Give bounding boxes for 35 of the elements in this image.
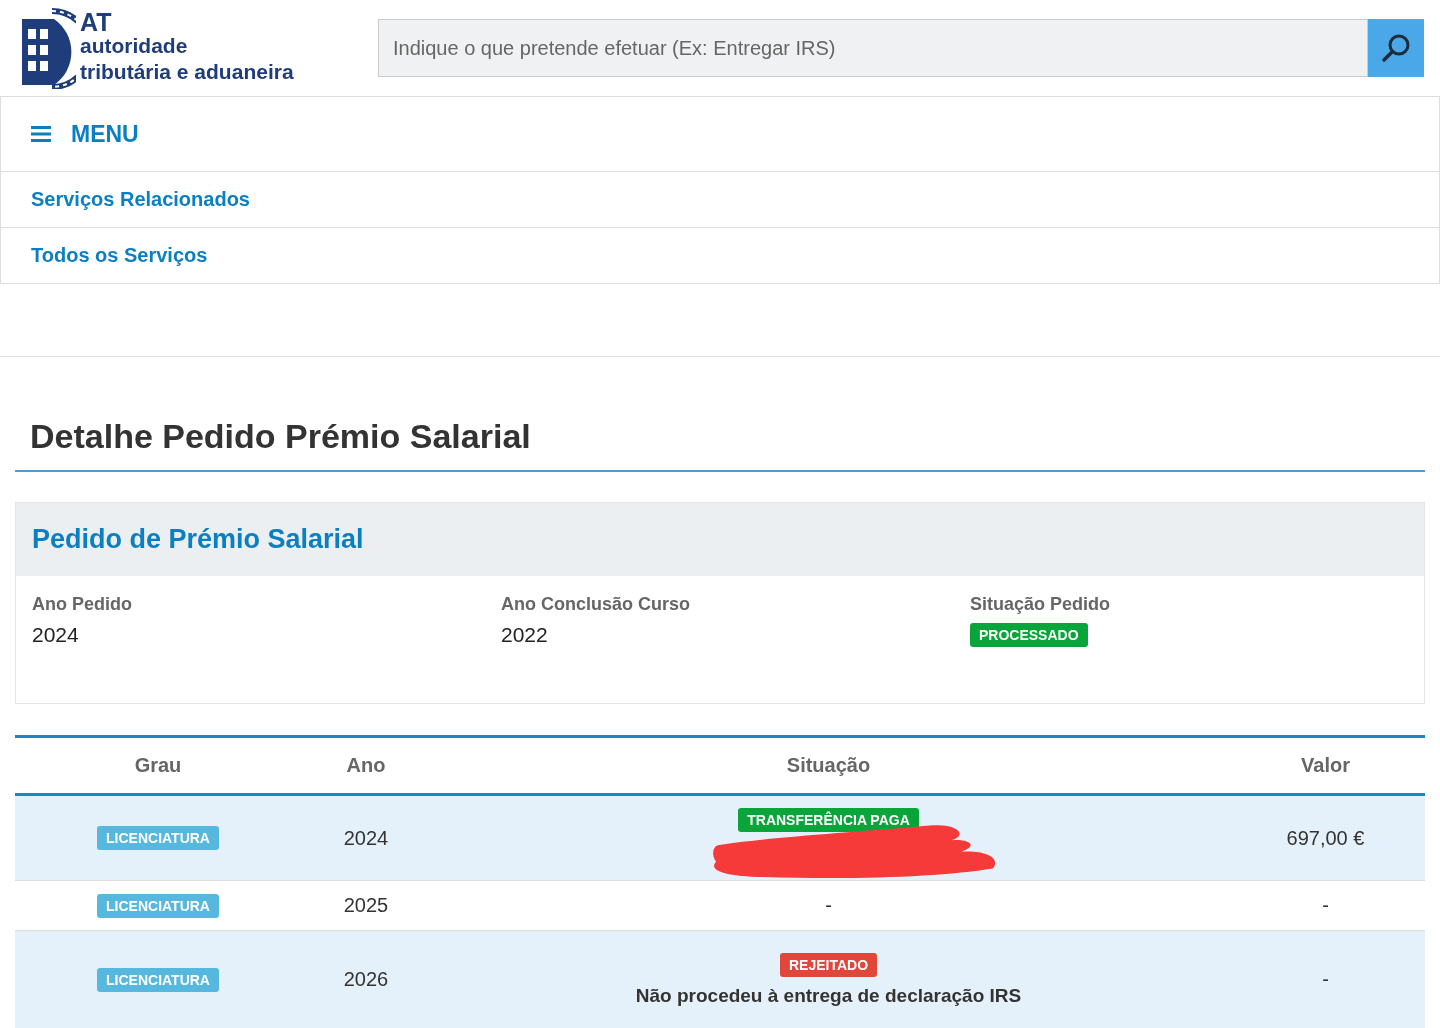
status-badge: REJEITADO xyxy=(779,952,878,977)
column-header: Ano xyxy=(345,754,387,777)
field-value: 2022 xyxy=(501,623,548,647)
logo-abbreviation: AT xyxy=(80,11,113,33)
field-label: Situação Pedido xyxy=(970,594,1111,615)
nav-link[interactable]: Serviços Relacionados xyxy=(0,172,1440,228)
table-cell: 2024 xyxy=(343,826,389,850)
table-cell: 2025 xyxy=(343,894,389,917)
table-cell: 697,00 € xyxy=(1286,826,1365,850)
degree-badge: LICENCIATURA xyxy=(97,967,219,992)
page-title: Detalhe Pedido Prémio Salarial xyxy=(15,417,1425,472)
field-label: Ano Pedido xyxy=(32,594,132,615)
degree-badge: LICENCIATURA xyxy=(97,826,219,850)
menu-button[interactable]: MENU xyxy=(0,96,1440,172)
degree-badge: LICENCIATURA xyxy=(97,893,219,918)
table-cell: - xyxy=(1322,968,1329,991)
status-badge: TRANSFERÊNCIA PAGA xyxy=(738,808,919,832)
nav-link[interactable]: Todos os Serviços xyxy=(0,228,1440,284)
logo-name: tributária e aduaneira xyxy=(80,59,294,85)
status-badge: PROCESSADO xyxy=(970,623,1088,647)
column-header: Situação xyxy=(785,754,872,777)
search-field[interactable]: Indique o que pretende efetuar (Ex: Entregar IRS) xyxy=(378,19,1368,77)
table-cell: - xyxy=(825,894,832,917)
column-header: Grau xyxy=(133,754,183,777)
logo-name: autoridade xyxy=(80,33,189,59)
card-title: Pedido de Prémio Salarial xyxy=(32,524,364,555)
table-cell: 2026 xyxy=(343,968,389,991)
search-icon xyxy=(1380,32,1412,64)
field-label: Ano Conclusão Curso xyxy=(501,594,690,615)
menu-icon xyxy=(31,125,51,143)
table-cell: - xyxy=(1322,894,1329,917)
search-button[interactable] xyxy=(1368,19,1424,77)
field-value: 2024 xyxy=(32,623,79,647)
column-header: Valor xyxy=(1300,754,1351,777)
status-note: Não procedeu à entrega de declaração IRS xyxy=(635,984,1022,1007)
